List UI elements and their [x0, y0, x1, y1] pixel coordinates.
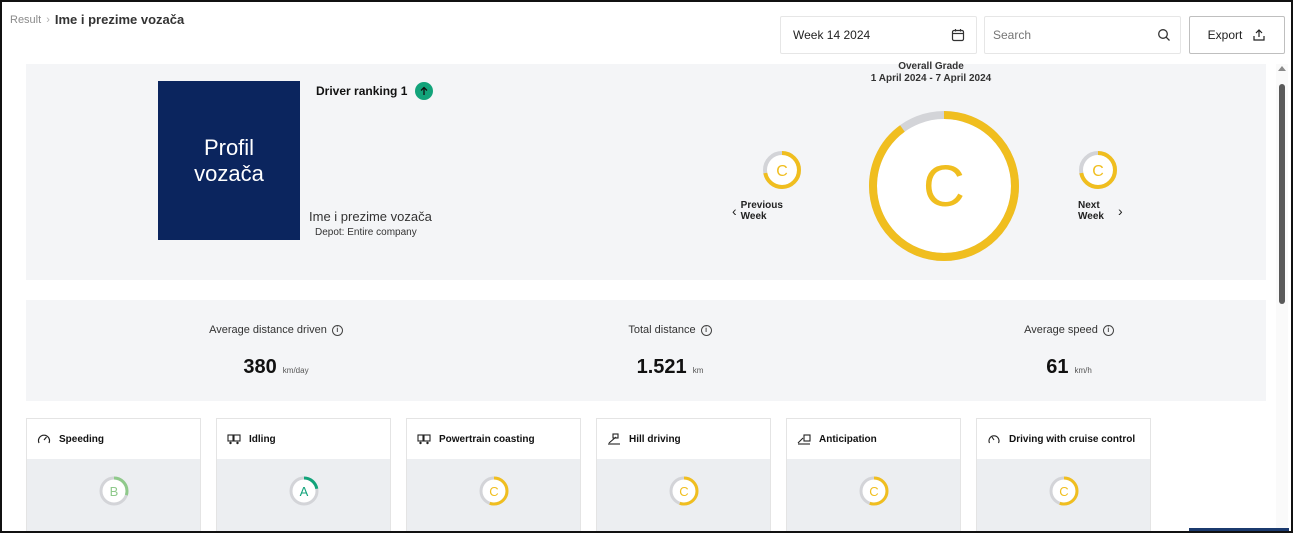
grade-letter: C: [489, 484, 498, 499]
next-week-grade-ring[interactable]: C: [1078, 150, 1118, 190]
card-powertrain-coasting[interactable]: Powertrain coasting C: [406, 418, 581, 531]
grade-ring: A: [289, 476, 319, 506]
previous-week-label-2: Week: [740, 211, 767, 222]
grade-letter: A: [300, 484, 309, 499]
stat-unit: km/h: [1074, 366, 1092, 375]
truck-icon: [417, 434, 431, 445]
search-field[interactable]: [984, 16, 1181, 54]
driver-name: Ime i prezime vozača: [309, 209, 432, 224]
week-picker[interactable]: Week 14 2024: [780, 16, 977, 54]
card-title: Idling: [249, 433, 276, 445]
info-icon[interactable]: i: [331, 324, 343, 336]
grade-letter: C: [869, 484, 878, 499]
previous-week-label-1: Previous: [740, 200, 783, 211]
grade-ring: C: [479, 476, 509, 506]
chevron-left-icon: ‹: [732, 202, 737, 219]
stat-value: 61: [1046, 356, 1069, 378]
card-cruise-control[interactable]: Driving with cruise control C: [976, 418, 1151, 531]
grade-letter: C: [679, 484, 688, 499]
export-label: Export: [1207, 28, 1243, 42]
card-title: Powertrain coasting: [439, 433, 535, 445]
next-week-label-1: Next: [1078, 200, 1100, 211]
card-speeding[interactable]: Speeding B: [26, 418, 201, 531]
info-icon[interactable]: i: [700, 324, 712, 336]
grade-letter: C: [1059, 484, 1068, 499]
bottom-corner-tab[interactable]: [1189, 528, 1289, 531]
card-hill-driving[interactable]: Hill driving C: [596, 418, 771, 531]
next-week-button[interactable]: Next Week ›: [1078, 200, 1123, 222]
chevron-right-icon: ›: [1117, 202, 1123, 219]
breadcrumb-separator: ›: [46, 13, 50, 26]
upload-icon: [1253, 29, 1265, 41]
breadcrumb-current: Ime i prezime vozača: [54, 12, 185, 27]
card-anticipation[interactable]: Anticipation C: [786, 418, 961, 531]
hill-truck-icon: [608, 433, 620, 445]
overall-grade-letter: C: [923, 154, 965, 219]
top-bar: Result › Ime i prezime vozača Week 14 20…: [2, 2, 1291, 64]
card-idling[interactable]: Idling A: [216, 418, 391, 531]
app-frame: Result › Ime i prezime vozača Week 14 20…: [0, 0, 1293, 533]
speedometer-icon: [37, 434, 51, 444]
card-title: Driving with cruise control: [1009, 433, 1136, 445]
next-week-grade: C: [1092, 163, 1104, 180]
breadcrumb-root[interactable]: Result: [10, 14, 41, 26]
arrow-up-icon: [415, 82, 434, 100]
stat-unit: km/day: [282, 366, 309, 375]
stats-panel: Average distance driven i 380 km/day Total…: [26, 300, 1266, 401]
overall-grade-range: 1 April 2024 - 7 April 2024: [870, 73, 992, 84]
grade-ring: C: [859, 476, 889, 506]
truck-icon: [227, 434, 241, 445]
anticipation-icon: [797, 434, 811, 445]
driver-profile-photo: Profil vozača: [158, 81, 300, 240]
driver-ranking: Driver ranking 1: [316, 82, 434, 100]
grade-ring: C: [1049, 476, 1079, 506]
grade-ring: B: [99, 476, 129, 506]
stat-value: 1.521: [636, 356, 687, 378]
stat-unit: km: [692, 366, 704, 375]
overall-grade-ring: C: [869, 111, 1019, 261]
stat-value: 380: [243, 356, 277, 378]
grade-ring: C: [669, 476, 699, 506]
dashboard-content[interactable]: Profil vozača Driver ranking 1 Ime i pre…: [2, 61, 1291, 531]
driver-summary-panel: Profil vozača Driver ranking 1 Ime i pre…: [26, 61, 1266, 280]
overall-grade-title: Overall Grade: [898, 61, 964, 72]
overall-grade-header: Overall Grade 1 April 2024 - 7 April 202…: [841, 61, 1021, 85]
stat-label: Total distance: [628, 324, 696, 336]
card-title: Anticipation: [819, 433, 877, 445]
previous-week-button[interactable]: ‹ Previous Week: [732, 200, 783, 222]
cruise-control-icon: [988, 435, 1000, 444]
card-title: Speeding: [59, 433, 105, 445]
previous-week-grade-ring[interactable]: C: [762, 150, 802, 190]
stat-label: Average distance driven: [209, 324, 327, 336]
vertical-scrollbar[interactable]: [1276, 64, 1288, 531]
search-icon[interactable]: [1156, 27, 1172, 43]
ranking-label: Driver ranking 1: [316, 84, 408, 98]
export-button[interactable]: Export: [1189, 16, 1285, 54]
next-week-label-2: Week: [1078, 211, 1104, 222]
scroll-up-arrow-icon[interactable]: [1278, 66, 1286, 71]
grade-letter: B: [110, 484, 119, 499]
stat-label: Average speed: [1024, 324, 1098, 336]
scrollbar-thumb[interactable]: [1279, 84, 1285, 304]
week-picker-value: Week 14 2024: [793, 28, 871, 42]
profile-photo-text: Profil vozača: [194, 134, 264, 186]
breadcrumb: Result › Ime i prezime vozača: [10, 12, 184, 27]
driver-depot: Depot: Entire company: [315, 227, 417, 238]
search-input[interactable]: [991, 28, 1141, 42]
previous-week-grade: C: [776, 163, 788, 180]
info-icon[interactable]: i: [1102, 324, 1114, 336]
card-title: Hill driving: [629, 433, 681, 445]
calendar-icon[interactable]: [950, 27, 966, 43]
